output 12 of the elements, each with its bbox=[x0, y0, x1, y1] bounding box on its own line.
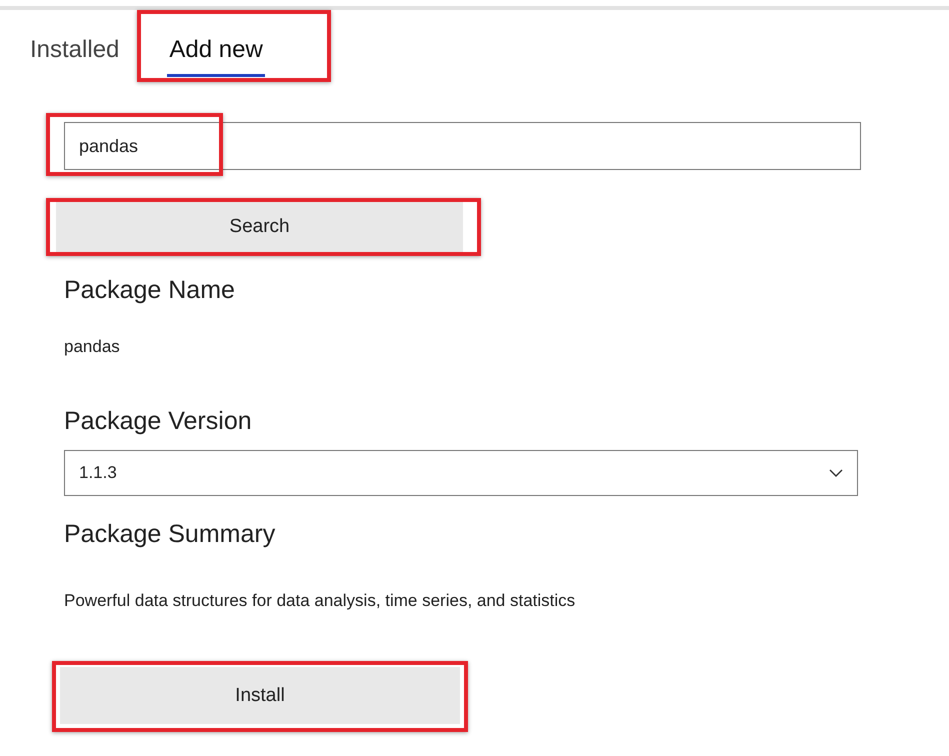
section-heading: Package Summary bbox=[64, 520, 276, 549]
version-dropdown[interactable]: 1.1.3 bbox=[64, 450, 858, 496]
tab[interactable]: Installed bbox=[28, 32, 122, 74]
tab[interactable]: Add new bbox=[167, 32, 265, 77]
install-button[interactable]: Install bbox=[60, 667, 460, 724]
section-heading: Package Version bbox=[64, 407, 253, 436]
package-summary: Powerful data structures for data analysis, time series, and statistics bbox=[64, 591, 576, 611]
chevron-down-icon bbox=[829, 469, 843, 477]
package-name: pandas bbox=[64, 337, 121, 357]
search-button[interactable]: Search bbox=[56, 202, 463, 252]
search-field[interactable]: pandas bbox=[64, 122, 861, 170]
section-heading: Package Name bbox=[64, 276, 236, 305]
